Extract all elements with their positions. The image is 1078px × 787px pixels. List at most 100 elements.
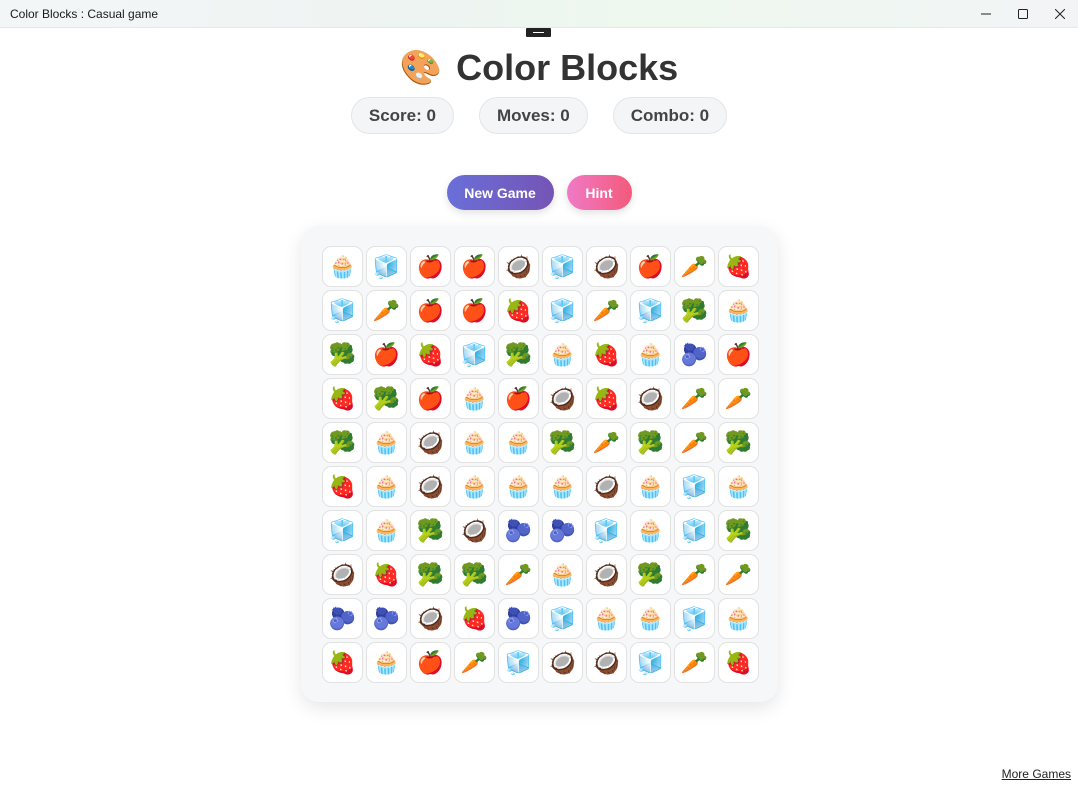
carrot-tile[interactable]: 🥕: [586, 290, 627, 331]
title-bar[interactable]: Color Blocks : Casual game: [0, 0, 1078, 28]
broccoli-tile[interactable]: 🥦: [410, 510, 451, 551]
broccoli-tile[interactable]: 🥦: [498, 334, 539, 375]
ice-tile[interactable]: 🧊: [454, 334, 495, 375]
drag-handle[interactable]: [526, 28, 551, 37]
broccoli-tile[interactable]: 🥦: [718, 510, 759, 551]
broccoli-tile[interactable]: 🥦: [454, 554, 495, 595]
blueberries-tile[interactable]: 🫐: [322, 598, 363, 639]
cupcake-tile[interactable]: 🧁: [586, 598, 627, 639]
coconut-tile[interactable]: 🥥: [542, 642, 583, 683]
more-games-link[interactable]: More Games: [1002, 767, 1071, 781]
cupcake-tile[interactable]: 🧁: [366, 422, 407, 463]
ice-tile[interactable]: 🧊: [674, 598, 715, 639]
cupcake-tile[interactable]: 🧁: [366, 642, 407, 683]
apple-tile[interactable]: 🍎: [454, 290, 495, 331]
strawberry-tile[interactable]: 🍓: [322, 642, 363, 683]
cupcake-tile[interactable]: 🧁: [542, 466, 583, 507]
new-game-button[interactable]: New Game: [446, 175, 554, 210]
carrot-tile[interactable]: 🥕: [674, 422, 715, 463]
blueberries-tile[interactable]: 🫐: [498, 510, 539, 551]
blueberries-tile[interactable]: 🫐: [674, 334, 715, 375]
ice-tile[interactable]: 🧊: [674, 510, 715, 551]
coconut-tile[interactable]: 🥥: [586, 466, 627, 507]
ice-tile[interactable]: 🧊: [498, 642, 539, 683]
close-button[interactable]: [1041, 0, 1078, 28]
apple-tile[interactable]: 🍎: [366, 334, 407, 375]
cupcake-tile[interactable]: 🧁: [718, 466, 759, 507]
strawberry-tile[interactable]: 🍓: [454, 598, 495, 639]
broccoli-tile[interactable]: 🥦: [718, 422, 759, 463]
cupcake-tile[interactable]: 🧁: [322, 246, 363, 287]
apple-tile[interactable]: 🍎: [498, 378, 539, 419]
ice-tile[interactable]: 🧊: [322, 290, 363, 331]
coconut-tile[interactable]: 🥥: [586, 642, 627, 683]
strawberry-tile[interactable]: 🍓: [586, 378, 627, 419]
blueberries-tile[interactable]: 🫐: [498, 598, 539, 639]
carrot-tile[interactable]: 🥕: [674, 642, 715, 683]
broccoli-tile[interactable]: 🥦: [674, 290, 715, 331]
blueberries-tile[interactable]: 🫐: [542, 510, 583, 551]
broccoli-tile[interactable]: 🥦: [410, 554, 451, 595]
ice-tile[interactable]: 🧊: [630, 642, 671, 683]
apple-tile[interactable]: 🍎: [454, 246, 495, 287]
cupcake-tile[interactable]: 🧁: [454, 378, 495, 419]
strawberry-tile[interactable]: 🍓: [718, 246, 759, 287]
broccoli-tile[interactable]: 🥦: [366, 378, 407, 419]
cupcake-tile[interactable]: 🧁: [498, 466, 539, 507]
blueberries-tile[interactable]: 🫐: [366, 598, 407, 639]
minimize-button[interactable]: [967, 0, 1004, 28]
cupcake-tile[interactable]: 🧁: [542, 554, 583, 595]
apple-tile[interactable]: 🍎: [410, 378, 451, 419]
cupcake-tile[interactable]: 🧁: [718, 290, 759, 331]
carrot-tile[interactable]: 🥕: [454, 642, 495, 683]
coconut-tile[interactable]: 🥥: [454, 510, 495, 551]
coconut-tile[interactable]: 🥥: [542, 378, 583, 419]
cupcake-tile[interactable]: 🧁: [630, 334, 671, 375]
coconut-tile[interactable]: 🥥: [498, 246, 539, 287]
cupcake-tile[interactable]: 🧁: [498, 422, 539, 463]
carrot-tile[interactable]: 🥕: [718, 554, 759, 595]
ice-tile[interactable]: 🧊: [586, 510, 627, 551]
apple-tile[interactable]: 🍎: [410, 290, 451, 331]
broccoli-tile[interactable]: 🥦: [322, 334, 363, 375]
carrot-tile[interactable]: 🥕: [498, 554, 539, 595]
carrot-tile[interactable]: 🥕: [586, 422, 627, 463]
carrot-tile[interactable]: 🥕: [674, 246, 715, 287]
coconut-tile[interactable]: 🥥: [586, 554, 627, 595]
cupcake-tile[interactable]: 🧁: [630, 598, 671, 639]
hint-button[interactable]: Hint: [566, 175, 632, 210]
ice-tile[interactable]: 🧊: [366, 246, 407, 287]
cupcake-tile[interactable]: 🧁: [366, 510, 407, 551]
broccoli-tile[interactable]: 🥦: [630, 554, 671, 595]
cupcake-tile[interactable]: 🧁: [454, 466, 495, 507]
coconut-tile[interactable]: 🥥: [410, 466, 451, 507]
ice-tile[interactable]: 🧊: [322, 510, 363, 551]
carrot-tile[interactable]: 🥕: [718, 378, 759, 419]
coconut-tile[interactable]: 🥥: [586, 246, 627, 287]
strawberry-tile[interactable]: 🍓: [718, 642, 759, 683]
apple-tile[interactable]: 🍎: [410, 246, 451, 287]
carrot-tile[interactable]: 🥕: [366, 290, 407, 331]
broccoli-tile[interactable]: 🥦: [630, 422, 671, 463]
maximize-button[interactable]: [1004, 0, 1041, 28]
cupcake-tile[interactable]: 🧁: [630, 466, 671, 507]
ice-tile[interactable]: 🧊: [542, 246, 583, 287]
ice-tile[interactable]: 🧊: [542, 598, 583, 639]
cupcake-tile[interactable]: 🧁: [718, 598, 759, 639]
ice-tile[interactable]: 🧊: [542, 290, 583, 331]
strawberry-tile[interactable]: 🍓: [322, 466, 363, 507]
carrot-tile[interactable]: 🥕: [674, 378, 715, 419]
apple-tile[interactable]: 🍎: [718, 334, 759, 375]
coconut-tile[interactable]: 🥥: [410, 598, 451, 639]
coconut-tile[interactable]: 🥥: [322, 554, 363, 595]
apple-tile[interactable]: 🍎: [410, 642, 451, 683]
ice-tile[interactable]: 🧊: [630, 290, 671, 331]
apple-tile[interactable]: 🍎: [630, 246, 671, 287]
broccoli-tile[interactable]: 🥦: [322, 422, 363, 463]
broccoli-tile[interactable]: 🥦: [542, 422, 583, 463]
strawberry-tile[interactable]: 🍓: [498, 290, 539, 331]
coconut-tile[interactable]: 🥥: [410, 422, 451, 463]
cupcake-tile[interactable]: 🧁: [630, 510, 671, 551]
strawberry-tile[interactable]: 🍓: [586, 334, 627, 375]
strawberry-tile[interactable]: 🍓: [322, 378, 363, 419]
